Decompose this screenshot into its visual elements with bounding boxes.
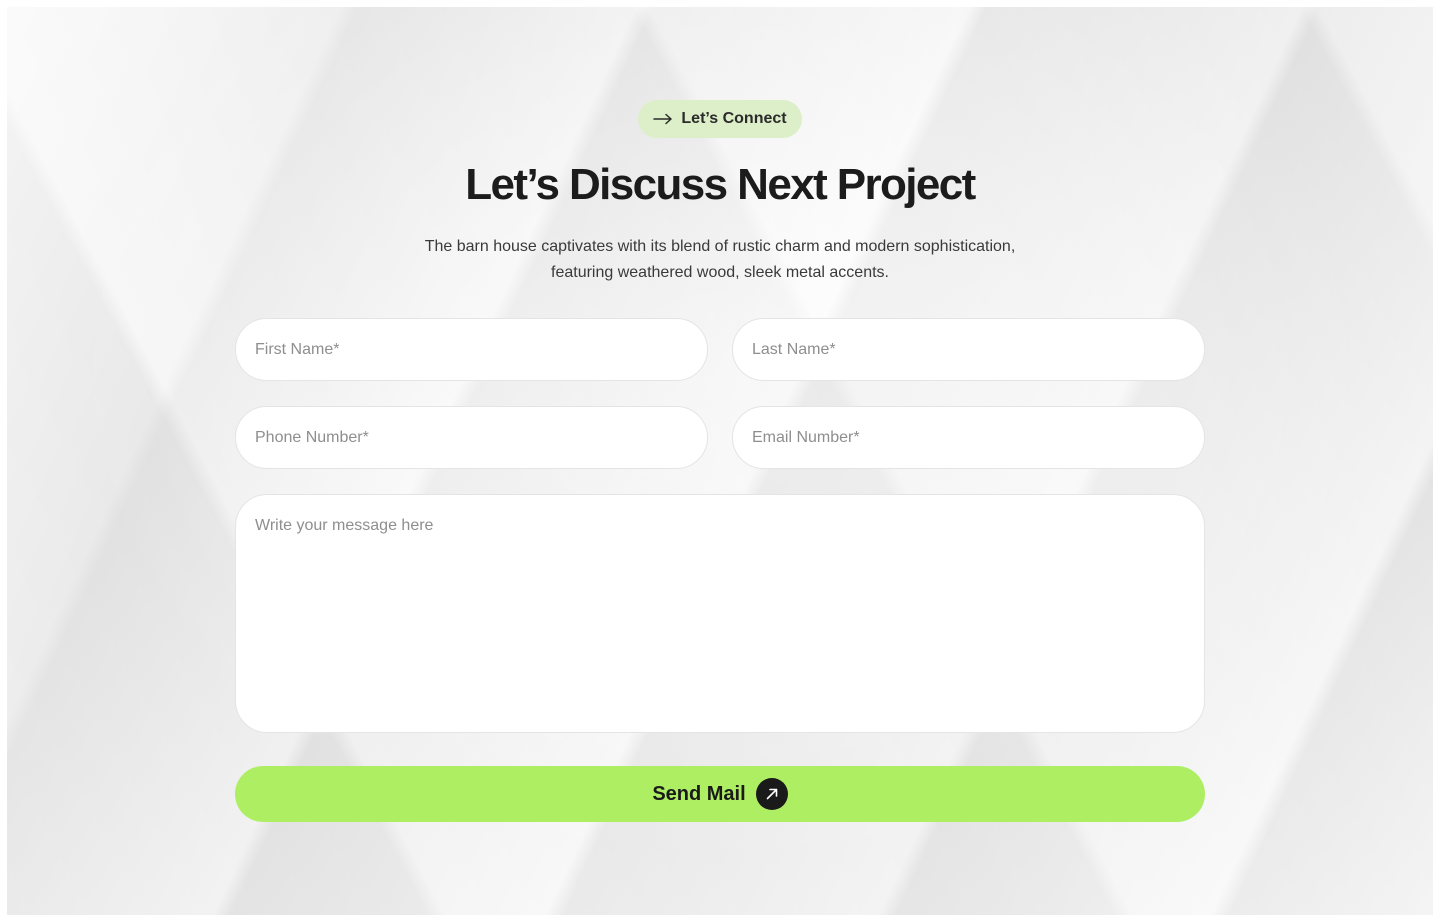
description-line-2: featuring weathered wood, sleek metal ac…: [551, 264, 889, 281]
phone-number-field[interactable]: [235, 406, 708, 469]
page-title: Let’s Discuss Next Project: [465, 160, 976, 209]
arrow-up-right-icon: [755, 778, 788, 810]
send-mail-button[interactable]: Send Mail: [235, 766, 1205, 822]
last-name-field[interactable]: [732, 318, 1205, 381]
section-description: The barn house captivates with its blend…: [370, 234, 1070, 286]
first-name-field[interactable]: [235, 318, 708, 381]
arrow-right-icon: [653, 113, 673, 125]
send-mail-label: Send Mail: [652, 782, 746, 805]
email-field[interactable]: [732, 406, 1205, 469]
contact-section: Let’s Connect Let’s Discuss Next Project…: [7, 7, 1433, 915]
description-line-1: The barn house captivates with its blend…: [424, 238, 1016, 255]
badge-label: Let’s Connect: [681, 110, 787, 127]
message-textarea[interactable]: [235, 494, 1205, 733]
lets-connect-badge: Let’s Connect: [638, 100, 802, 138]
